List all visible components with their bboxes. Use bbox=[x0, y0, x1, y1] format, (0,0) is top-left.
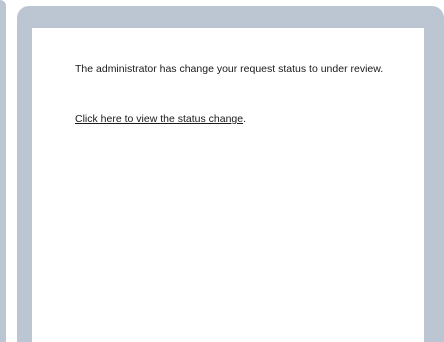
adjacent-panel-edge bbox=[0, 0, 6, 342]
notification-link-line: Click here to view the status change. bbox=[75, 113, 246, 126]
link-suffix: . bbox=[243, 113, 247, 125]
view-status-change-link[interactable]: Click here to view the status change bbox=[75, 113, 243, 125]
notification-message: The administrator has change your reques… bbox=[75, 63, 384, 75]
notification-message-box: The administrator has change your reques… bbox=[32, 28, 424, 342]
